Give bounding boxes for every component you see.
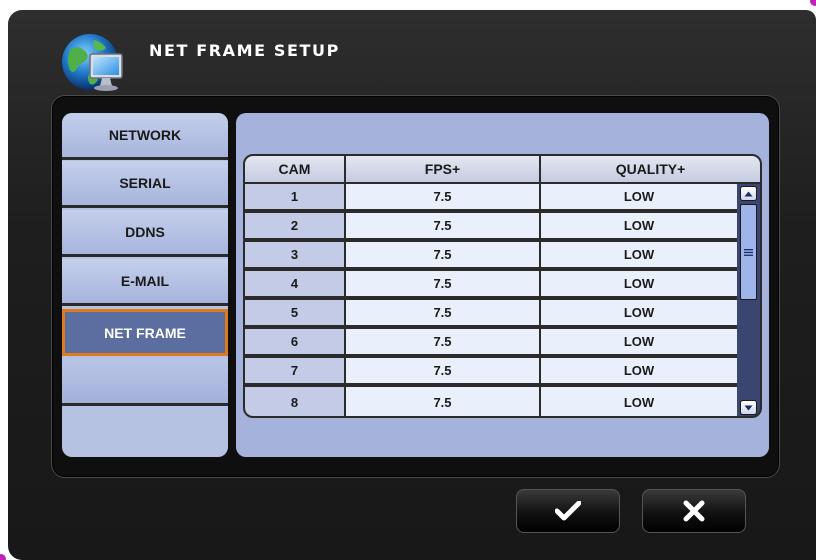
tab-label: NET FRAME: [104, 324, 186, 341]
fps-cell[interactable]: 7.5: [346, 387, 541, 416]
table-header: CAM FPS+ QUALITY+: [245, 156, 760, 184]
table-row: 6 7.5 LOW: [245, 329, 737, 356]
network-globe-icon: [62, 34, 123, 91]
x-icon: [683, 500, 705, 522]
table-row: 1 7.5 LOW: [245, 184, 737, 211]
quality-cell[interactable]: LOW: [541, 213, 737, 238]
net-frame-table: CAM FPS+ QUALITY+ 1 7.5 LOW 2 7.5 LOW 3 …: [243, 154, 762, 418]
fps-cell[interactable]: 7.5: [346, 213, 541, 238]
dialog-title: NET FRAME SETUP: [149, 41, 340, 60]
table-row: 4 7.5 LOW: [245, 271, 737, 298]
cancel-button[interactable]: [642, 489, 746, 533]
quality-cell[interactable]: LOW: [541, 271, 737, 296]
cam-cell: 8: [245, 387, 346, 416]
corner-accent: [810, 0, 816, 6]
fps-cell[interactable]: 7.5: [346, 358, 541, 383]
ok-button[interactable]: [516, 489, 620, 533]
fps-cell[interactable]: 7.5: [346, 242, 541, 267]
fps-cell[interactable]: 7.5: [346, 271, 541, 296]
cam-cell: 6: [245, 329, 346, 354]
table-row: 3 7.5 LOW: [245, 242, 737, 269]
column-header-fps[interactable]: FPS+: [346, 156, 541, 182]
quality-cell[interactable]: LOW: [541, 358, 737, 383]
quality-cell[interactable]: LOW: [541, 329, 737, 354]
tab-ddns[interactable]: DDNS: [62, 210, 228, 257]
tab-label: SERIAL: [119, 175, 171, 191]
table-row: 2 7.5 LOW: [245, 213, 737, 240]
tab-network[interactable]: NETWORK: [62, 113, 228, 160]
scroll-up-button[interactable]: [740, 186, 757, 201]
table-scrollbar[interactable]: [737, 184, 760, 416]
scroll-down-button[interactable]: [740, 400, 757, 415]
cam-cell: 4: [245, 271, 346, 296]
tab-empty: [62, 359, 228, 406]
triangle-down-icon: [744, 405, 753, 410]
table-row: 7 7.5 LOW: [245, 358, 737, 385]
tab-serial[interactable]: SERIAL: [62, 161, 228, 208]
checkmark-icon: [555, 501, 581, 521]
scroll-thumb[interactable]: [740, 204, 757, 300]
cam-cell: 5: [245, 300, 346, 325]
quality-cell[interactable]: LOW: [541, 387, 737, 416]
tab-label: E-MAIL: [120, 273, 170, 289]
fps-cell[interactable]: 7.5: [346, 329, 541, 354]
fps-cell[interactable]: 7.5: [346, 300, 541, 325]
tab-label: NETWORK: [108, 127, 182, 143]
column-header-cam: CAM: [245, 156, 346, 182]
cam-cell: 1: [245, 184, 346, 209]
quality-cell[interactable]: LOW: [541, 242, 737, 267]
cam-cell: 7: [245, 358, 346, 383]
tab-net-frame[interactable]: NET FRAME: [62, 309, 228, 356]
corner-accent: [0, 554, 6, 560]
table-row: 5 7.5 LOW: [245, 300, 737, 327]
tab-email[interactable]: E-MAIL: [62, 259, 228, 306]
column-header-quality[interactable]: QUALITY+: [541, 156, 760, 182]
cam-cell: 2: [245, 213, 346, 238]
sidebar: NETWORK SERIAL DDNS E-MAIL NET FRAME: [62, 113, 228, 457]
grip-lines-icon: [744, 248, 753, 256]
cam-cell: 3: [245, 242, 346, 267]
tab-label: DDNS: [125, 224, 165, 240]
quality-cell[interactable]: LOW: [541, 300, 737, 325]
table-row: 8 7.5 LOW: [245, 387, 737, 416]
triangle-up-icon: [744, 191, 753, 196]
quality-cell[interactable]: LOW: [541, 184, 737, 209]
fps-cell[interactable]: 7.5: [346, 184, 541, 209]
